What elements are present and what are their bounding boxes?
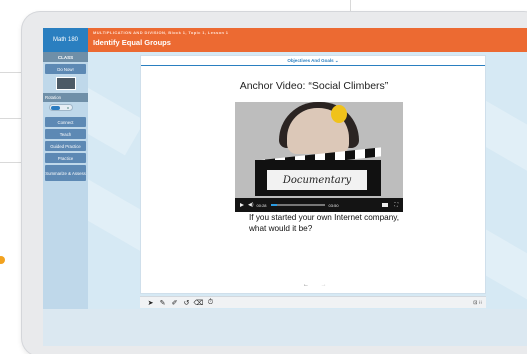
breadcrumb: MULTIPLICATION AND DIVISION, Block 1, To… <box>93 30 229 35</box>
do-now-thumbnail[interactable] <box>55 77 76 90</box>
previous-slide-button[interactable]: ← <box>303 282 309 288</box>
timer-icon[interactable]: ⏱ <box>205 299 216 307</box>
highlighter-icon[interactable]: ✐ <box>169 299 180 307</box>
next-slide-button[interactable]: → <box>321 282 327 288</box>
brand-logo[interactable]: Math 180 <box>43 28 88 52</box>
video-controls: ◀) 00:28 03:50 ⛶ <box>235 198 403 212</box>
eraser-icon[interactable]: ⌫ <box>193 299 204 307</box>
sidebar: CLASS Do Now! Rotation Connect Teach Gui… <box>43 52 88 346</box>
objectives-dropdown[interactable]: Objectives And Goals ⌄ <box>141 56 485 66</box>
volume-icon[interactable]: ◀) <box>248 202 254 208</box>
clapperboard-label: Documentary <box>267 170 367 190</box>
video-total-time: 03:50 <box>328 202 339 208</box>
sidebar-item-guided-practice[interactable]: Guided Practice <box>45 141 86 151</box>
sidebar-class-header: CLASS <box>43 52 88 62</box>
rotation-toggle[interactable] <box>49 104 73 111</box>
toggle-dot <box>67 107 69 109</box>
video-player[interactable]: Documentary ◀) 00:28 03:50 ⛶ <box>235 102 403 212</box>
top-bar: Math 180 MULTIPLICATION AND DIVISION, Bl… <box>43 28 527 52</box>
page-title: Identify Equal Groups <box>93 38 171 47</box>
slide-question: If you started your own Internet company… <box>249 213 400 233</box>
video-progress-bar[interactable] <box>270 204 325 206</box>
decor-line <box>0 72 22 73</box>
video-current-time: 00:28 <box>256 202 267 208</box>
pointer-icon[interactable]: ➤ <box>145 299 156 307</box>
sidebar-item-teach[interactable]: Teach <box>45 129 86 139</box>
footer-band <box>43 309 527 346</box>
video-progress-fill <box>270 204 277 206</box>
page: Math 180 MULTIPLICATION AND DIVISION, Bl… <box>0 0 527 354</box>
undo-icon[interactable]: ↺ <box>181 299 192 307</box>
annotation-toolbar: ➤ ✎ ✐ ↺ ⌫ ⏱ ⊡ ⁝⁝ <box>140 296 486 308</box>
slide-panel: Objectives And Goals ⌄ Anchor Video: “So… <box>140 55 486 294</box>
decor-line <box>0 162 22 163</box>
sidebar-item-connect[interactable]: Connect <box>45 117 86 127</box>
toggle-knob <box>51 106 60 110</box>
sidebar-item-do-now[interactable]: Do Now! <box>45 64 86 74</box>
play-icon[interactable] <box>240 203 244 207</box>
app-screen: Math 180 MULTIPLICATION AND DIVISION, Bl… <box>43 28 527 346</box>
present-icon[interactable]: ⊡ ⁝⁝ <box>473 300 482 306</box>
slide-navigation: ← → <box>303 282 337 288</box>
fullscreen-icon[interactable]: ⛶ <box>394 202 398 208</box>
captions-icon[interactable] <box>382 203 389 207</box>
flower-icon <box>331 105 347 123</box>
rotation-label: Rotation <box>43 93 88 102</box>
decor-line <box>0 118 22 119</box>
sidebar-item-summarize-assess[interactable]: Summarize & Assess <box>45 165 86 181</box>
sidebar-item-practice[interactable]: Practice <box>45 153 86 163</box>
slide-title: Anchor Video: “Social Climbers” <box>239 80 389 92</box>
pen-icon[interactable]: ✎ <box>157 299 168 307</box>
decor-dot <box>0 256 5 264</box>
